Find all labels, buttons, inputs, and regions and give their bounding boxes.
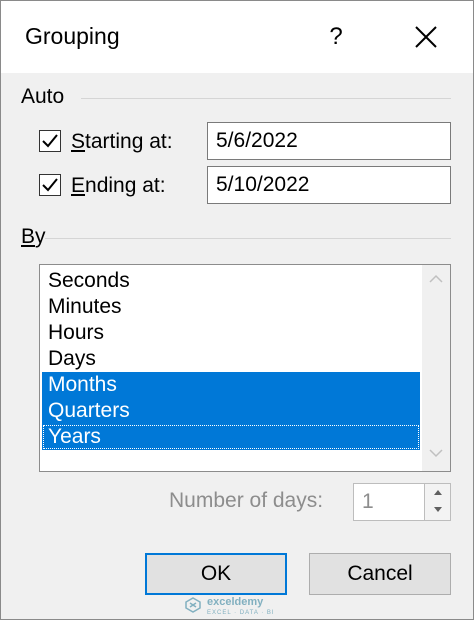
number-of-days-input[interactable]: 1 [353,483,425,521]
ending-at-label-accesskey: E [71,174,86,197]
ending-at-input[interactable]: 5/10/2022 [207,166,451,204]
list-item-hours[interactable]: Hours [42,320,420,346]
list-item-days[interactable]: Days [42,346,420,372]
by-group-label-text: y [35,225,46,248]
by-group-divider [45,238,451,239]
triangle-up-icon [433,490,442,495]
list-item-minutes[interactable]: Minutes [42,294,420,320]
list-item-months[interactable]: Months [42,372,420,398]
help-button[interactable]: ? [301,11,371,63]
dialog-title: Grouping [25,23,120,49]
scroll-down-button[interactable] [422,445,450,471]
auto-group-divider [81,98,451,99]
starting-at-input[interactable]: 5/6/2022 [207,122,451,160]
starting-at-checkbox[interactable] [39,130,61,152]
checkmark-icon [42,134,58,148]
starting-at-label[interactable]: Starting at: [71,130,173,154]
ok-button[interactable]: OK [145,553,287,595]
auto-group-label: Auto [21,85,65,108]
grouping-dialog: Grouping ? Auto Starting at: 5/6/2022 En… [0,0,474,620]
watermark-tagline: EXCEL · DATA · BI [207,610,275,616]
exceldemy-logo-icon [185,597,201,613]
starting-at-label-accesskey: S [71,130,86,153]
list-item-quarters[interactable]: Quarters [42,398,420,424]
close-button[interactable] [391,11,461,63]
ending-at-label[interactable]: Ending at: [71,174,166,198]
list-item-seconds[interactable]: Seconds [42,268,420,294]
starting-at-label-text: tarting at: [85,130,173,153]
triangle-down-icon [433,507,442,512]
title-bar: Grouping ? [1,1,473,73]
by-group-label: By [21,225,46,249]
close-icon [415,26,437,48]
cancel-button[interactable]: Cancel [309,553,451,595]
number-of-days-label: Number of days: [169,489,324,512]
by-group-label-accesskey: B [21,225,36,248]
by-listbox[interactable]: Seconds Minutes Hours Days Months Quarte… [39,264,451,472]
ending-at-label-text: nding at: [85,174,166,197]
watermark-brand: exceldemy [207,596,264,608]
chevron-down-icon [429,449,443,458]
number-of-days-spinner[interactable] [425,483,451,521]
scroll-up-button[interactable] [422,271,450,297]
spin-up-button[interactable] [425,484,450,502]
watermark: exceldemy EXCEL · DATA · BI [185,595,295,617]
spin-down-button[interactable] [425,502,450,520]
checkmark-icon [42,178,58,192]
listbox-scrollbar[interactable] [422,265,450,471]
list-item-years[interactable]: Years [42,424,420,450]
ending-at-checkbox[interactable] [39,174,61,196]
chevron-up-icon [429,274,443,283]
